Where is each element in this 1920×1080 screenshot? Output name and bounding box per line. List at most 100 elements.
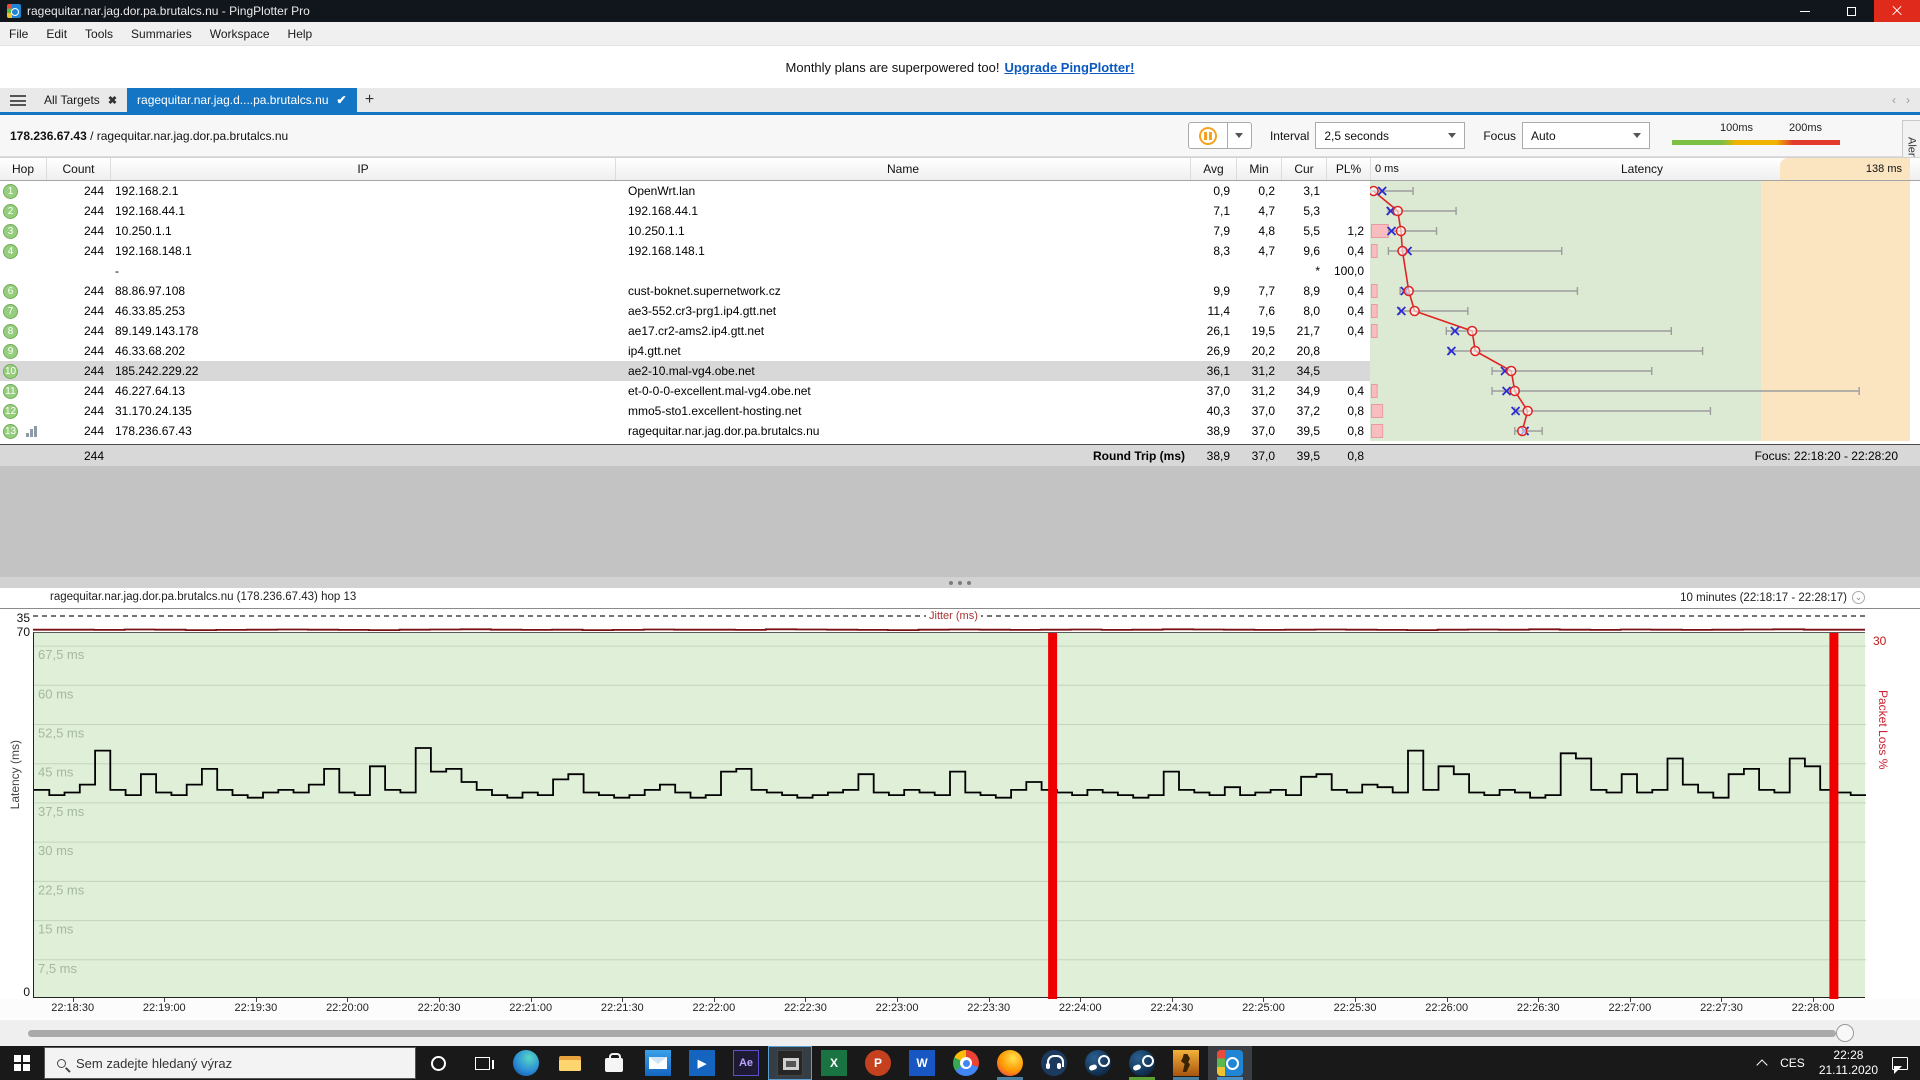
firefox-taskbar-button[interactable]	[988, 1046, 1032, 1080]
menu-help[interactable]: Help	[279, 22, 322, 45]
tab-close-icon[interactable]: ✖	[108, 94, 117, 107]
hop-row-6[interactable]: 624488.86.97.108cust-boknet.supernetwork…	[0, 281, 1370, 301]
hidden-icons-chevron-icon[interactable]	[1756, 1059, 1767, 1070]
excel-taskbar-button[interactable]: X	[812, 1046, 856, 1080]
clock[interactable]: 22:28 21.11.2020	[1819, 1048, 1878, 1078]
hop-row-9[interactable]: 924446.33.68.202ip4.gtt.net26,920,220,8	[0, 341, 1370, 361]
header-ip[interactable]: IP	[110, 158, 615, 180]
hop-cell: 13	[0, 421, 46, 441]
hop-latency-overview-chart	[1370, 181, 1910, 441]
task-view-button[interactable]	[460, 1046, 504, 1080]
file-explorer-taskbar-button[interactable]	[548, 1046, 592, 1080]
tab-active-target[interactable]: ragequitar.nar.jag.d....pa.brutalcs.nu ✔	[127, 88, 357, 112]
new-tab-button[interactable]: +	[357, 88, 383, 112]
keyboard-layout[interactable]: CES	[1780, 1056, 1805, 1070]
hop-row-timeout[interactable]: -*100,0	[0, 261, 1370, 281]
hop-row-7[interactable]: 724446.33.85.253ae3-552.cr3-prg1.ip4.gtt…	[0, 301, 1370, 321]
hop-row-13[interactable]: 13244178.236.67.43ragequitar.nar.jag.dor…	[0, 421, 1370, 441]
hop-row-3[interactable]: 324410.250.1.110.250.1.17,94,85,51,2	[0, 221, 1370, 241]
maximize-button[interactable]	[1828, 0, 1874, 22]
time-tick-label: 22:20:30	[404, 1002, 474, 1014]
header-hop[interactable]: Hop	[0, 158, 46, 180]
cur-cell: 8,9	[1281, 281, 1320, 301]
min-cell: 4,7	[1236, 241, 1275, 261]
chevron-down-icon	[1448, 133, 1456, 138]
menu-summaries[interactable]: Summaries	[122, 22, 201, 45]
tab-all-targets[interactable]: All Targets ✖	[34, 88, 127, 112]
interval-select[interactable]: 2,5 seconds	[1315, 122, 1465, 149]
pl-cell: 0,8	[1326, 401, 1364, 421]
avg-cell: 7,1	[1190, 201, 1230, 221]
scrollbar-thumb[interactable]	[28, 1030, 1836, 1037]
menu-edit[interactable]: Edit	[37, 22, 76, 45]
headset-app-taskbar-button[interactable]	[1032, 1046, 1076, 1080]
close-button[interactable]	[1874, 0, 1920, 22]
taskbar-search-input[interactable]: Sem zadejte hledaný výraz	[44, 1047, 416, 1079]
header-avg[interactable]: Avg	[1190, 158, 1236, 180]
csgo-taskbar-button[interactable]	[1164, 1046, 1208, 1080]
menu-file[interactable]: File	[0, 22, 37, 45]
action-center-icon[interactable]	[1892, 1057, 1908, 1070]
menu-tools[interactable]: Tools	[76, 22, 122, 45]
header-name[interactable]: Name	[615, 158, 1190, 180]
cortana-button[interactable]	[416, 1046, 460, 1080]
pause-button[interactable]	[1188, 122, 1228, 149]
menu-workspace[interactable]: Workspace	[201, 22, 279, 45]
packet-loss-axis-max-label: 30	[1873, 634, 1886, 648]
time-tick-label: 22:20:00	[312, 1002, 382, 1014]
hop-row-4[interactable]: 4244192.168.148.1192.168.148.18,34,79,60…	[0, 241, 1370, 261]
movies-tv-taskbar-button[interactable]: ▶	[680, 1046, 724, 1080]
latency-timeline-plot: 67,5 ms60 ms52,5 ms45 ms37,5 ms30 ms22,5…	[33, 632, 1865, 998]
ip-cell: 88.86.97.108	[115, 281, 605, 301]
powerpoint-taskbar-button[interactable]: P	[856, 1046, 900, 1080]
steam-taskbar-button[interactable]	[1076, 1046, 1120, 1080]
after-effects-taskbar-button[interactable]: Ae	[724, 1046, 768, 1080]
header-count[interactable]: Count	[46, 158, 110, 180]
upgrade-link[interactable]: Upgrade PingPlotter!	[1004, 60, 1134, 75]
hop-row-2[interactable]: 2244192.168.44.1192.168.44.17,14,75,3	[0, 201, 1370, 221]
hop-row-10[interactable]: 10244185.242.229.22ae2-10.mal-vg4.obe.ne…	[0, 361, 1370, 381]
chrome-taskbar-button[interactable]	[944, 1046, 988, 1080]
pingplotter-window: ragequitar.nar.jag.dor.pa.brutalcs.nu - …	[0, 0, 1920, 1080]
min-cell: 7,7	[1236, 281, 1275, 301]
header-cur[interactable]: Cur	[1281, 158, 1326, 180]
header-latency[interactable]: 0 ms Latency 138 ms	[1370, 158, 1920, 180]
timeline-range-select[interactable]: 10 minutes (22:18:17 - 22:28:17) ⌄	[1680, 591, 1865, 604]
word-taskbar-button[interactable]: W	[900, 1046, 944, 1080]
chevron-down-icon	[1633, 133, 1641, 138]
header-min[interactable]: Min	[1236, 158, 1281, 180]
mail-taskbar-button[interactable]	[636, 1046, 680, 1080]
hop-cell: 7	[0, 301, 46, 321]
after-effects-icon: Ae	[733, 1050, 759, 1076]
steam-2-taskbar-button[interactable]	[1120, 1046, 1164, 1080]
header-pl[interactable]: PL%	[1326, 158, 1370, 180]
interval-label: Interval	[1270, 129, 1309, 143]
name-cell	[628, 261, 1183, 281]
microsoft-store-taskbar-button[interactable]	[592, 1046, 636, 1080]
banner-text: Monthly plans are superpowered too!	[786, 60, 1000, 75]
min-cell: 37,0	[1236, 401, 1275, 421]
hop-row-11[interactable]: 1124446.227.64.13et-0-0-0-excellent.mal-…	[0, 381, 1370, 401]
legend-200ms-label: 200ms	[1789, 122, 1822, 134]
word-icon: W	[909, 1050, 935, 1076]
edge-taskbar-button[interactable]	[504, 1046, 548, 1080]
pingplotter-taskbar-button[interactable]	[1208, 1046, 1252, 1080]
scrollbar-knob[interactable]	[1836, 1024, 1854, 1042]
hamburger-icon[interactable]	[10, 95, 26, 106]
focus-select[interactable]: Auto	[1522, 122, 1650, 149]
timeline-scrollbar[interactable]	[0, 1020, 1920, 1046]
start-button[interactable]	[0, 1046, 44, 1080]
tab-scroll-arrows[interactable]: ‹›	[1892, 88, 1910, 112]
cur-cell: 5,5	[1281, 221, 1320, 241]
hop-row-1[interactable]: 1244192.168.2.1OpenWrt.lan0,90,23,1	[0, 181, 1370, 201]
pl-cell	[1326, 181, 1364, 201]
hop-row-8[interactable]: 824489.149.143.178ae17.cr2-ams2.ip4.gtt.…	[0, 321, 1370, 341]
pane-splitter-handle[interactable]	[0, 577, 1920, 588]
svg-text:67,5 ms: 67,5 ms	[38, 647, 85, 662]
pause-dropdown-button[interactable]	[1228, 122, 1252, 149]
hop-row-12[interactable]: 1224431.170.24.135mmo5-sto1.excellent-ho…	[0, 401, 1370, 421]
count-cell: 244	[46, 421, 104, 441]
video-editor-taskbar-button[interactable]	[768, 1046, 812, 1080]
minimize-button[interactable]	[1782, 0, 1828, 22]
hop-number-badge: 4	[3, 244, 18, 259]
